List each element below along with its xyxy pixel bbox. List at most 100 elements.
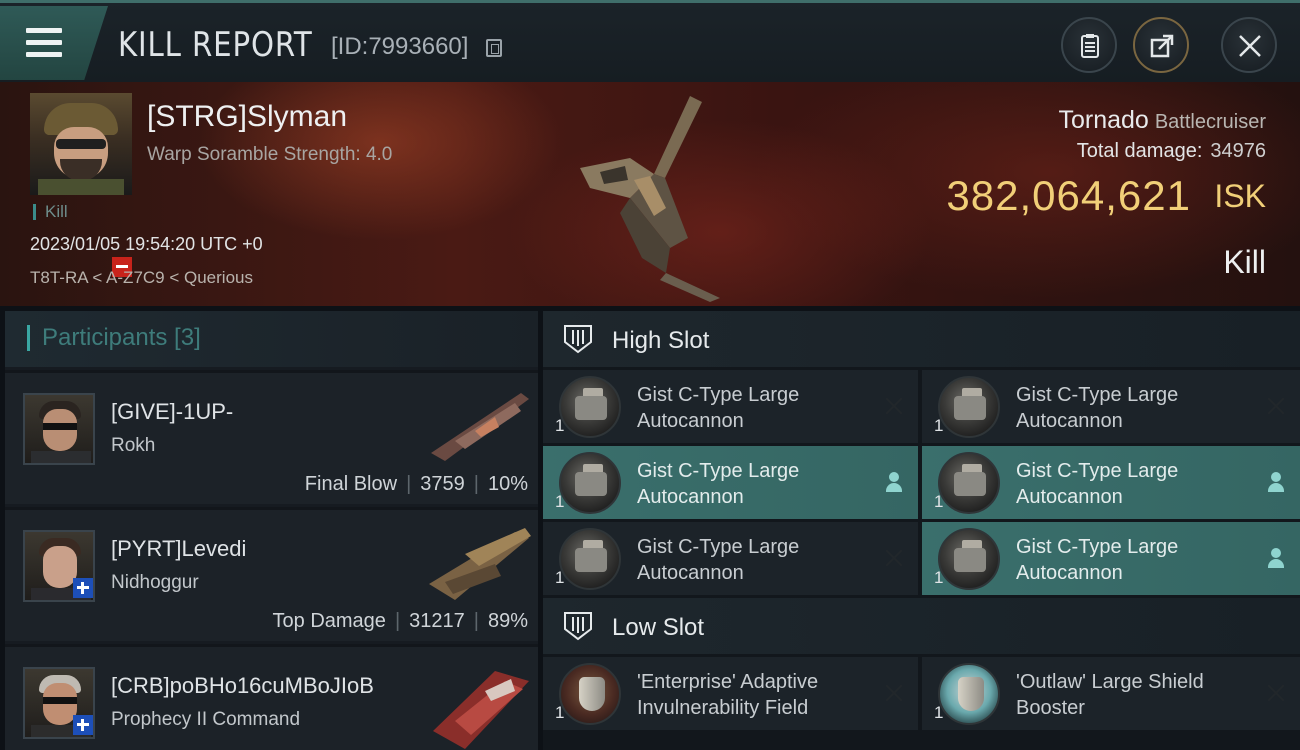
clipboard-button[interactable] <box>1061 17 1117 73</box>
participant-row[interactable]: [GIVE]-1UP- Rokh Final Blow | 3759 | 10% <box>5 370 538 504</box>
victim-ship-image <box>580 96 720 302</box>
destroyed-icon <box>884 548 904 568</box>
module-name-line1: Gist C-Type Large <box>1016 384 1179 406</box>
total-damage-value: 34976 <box>1210 140 1266 162</box>
module-item[interactable]: 1 Gist C-Type Large Autocannon <box>922 370 1300 443</box>
autocannon-icon <box>938 452 1000 514</box>
high-slot-title: High Slot <box>612 327 710 354</box>
fitting-panel: High Slot 1 Gist C-Type Large Autocannon … <box>543 311 1300 750</box>
module-name-line2: Autocannon <box>637 410 744 432</box>
module-item[interactable]: 1 Gist C-Type Large Autocannon <box>922 446 1300 519</box>
destroyed-icon <box>884 683 904 703</box>
participants-header[interactable]: Participants [3] <box>5 311 538 367</box>
low-slot-icon <box>564 612 592 641</box>
module-quantity: 1 <box>934 568 944 587</box>
module-name: Gist C-Type Large Autocannon <box>1016 534 1256 586</box>
person-icon <box>1266 548 1286 568</box>
hamburger-icon <box>26 28 62 57</box>
participant-name: [CRB]poBHo16cuMBoJIoB <box>111 673 374 698</box>
ship-class-text: Battlecruiser <box>1154 111 1266 133</box>
participant-row[interactable]: [PYRT]Levedi Nidhoggur Top Damage | 31217 |… <box>5 507 538 641</box>
low-slot-title: Low Slot <box>612 614 705 641</box>
victim-ship-name[interactable]: Tornado Battlecruiser <box>1058 106 1266 135</box>
participant-damage: 3759 <box>420 473 465 495</box>
destroyed-icon <box>884 396 904 416</box>
clipboard-icon <box>1081 34 1099 58</box>
high-slot-icon <box>564 325 592 354</box>
participant-name: [PYRT]Levedi <box>111 536 247 561</box>
menu-button[interactable] <box>0 6 108 80</box>
module-item[interactable]: 1 'Enterprise' Adaptive Invulnerability F… <box>543 657 918 730</box>
module-name-line2: Invulnerability Field <box>637 697 809 719</box>
victim-avatar[interactable] <box>30 93 132 195</box>
participant-percent: 10% <box>487 473 528 495</box>
person-icon <box>884 472 904 492</box>
module-item[interactable]: 1 Gist C-Type Large Autocannon <box>543 446 918 519</box>
module-name-line2: Booster <box>1016 697 1085 719</box>
module-item[interactable]: 1 Gist C-Type Large Autocannon <box>543 370 918 443</box>
victim-scramble-strength: Warp Soramble Strength: 4.0 <box>147 144 393 165</box>
participant-percent: 89% <box>487 610 528 632</box>
module-name: Gist C-Type Large Autocannon <box>1016 382 1256 434</box>
participant-damage: 31217 <box>409 610 465 632</box>
module-name-line1: 'Enterprise' Adaptive <box>637 671 819 693</box>
module-item[interactable]: 1 Gist C-Type Large Autocannon <box>543 522 918 595</box>
module-name: Gist C-Type Large Autocannon <box>1016 458 1256 510</box>
participant-row[interactable]: [CRB]poBHo16cuMBoJIoB Prophecy II Comman… <box>5 644 538 750</box>
close-button[interactable] <box>1221 17 1277 73</box>
high-slot-modules: 1 Gist C-Type Large Autocannon 1 Gist C-T… <box>543 367 1300 598</box>
destroyed-icon <box>1266 683 1286 703</box>
kill-timestamp: 2023/01/05 19:54:20 UTC +0 <box>30 234 263 254</box>
result-label: Kill <box>1223 244 1266 280</box>
participant-avatar[interactable] <box>23 393 95 465</box>
participant-stats: Top Damage | 31217 | 89% <box>272 610 528 632</box>
module-item[interactable]: 1 'Outlaw' Large Shield Booster <box>922 657 1300 730</box>
autocannon-icon <box>938 528 1000 590</box>
kill-tag: Kill <box>33 203 68 220</box>
low-slot-modules: 1 'Enterprise' Adaptive Invulnerability F… <box>543 654 1300 733</box>
participant-stats: Final Blow | 3759 | 10% <box>304 473 528 495</box>
module-name-line1: Gist C-Type Large <box>637 384 800 406</box>
module-name-line2: Autocannon <box>637 486 744 508</box>
module-quantity: 1 <box>934 492 944 511</box>
module-item[interactable]: 1 Gist C-Type Large Autocannon <box>922 522 1300 595</box>
destroyed-icon <box>1266 396 1286 416</box>
participant-ship-image <box>429 528 531 600</box>
share-button[interactable] <box>1133 17 1189 73</box>
participant-ship-image <box>433 671 529 749</box>
autocannon-icon <box>559 376 621 438</box>
participant-name: [GIVE]-1UP- <box>111 399 234 424</box>
copy-icon[interactable] <box>486 39 502 57</box>
total-damage: Total damage: 34976 <box>1077 140 1266 163</box>
kill-location[interactable]: T8T-RA < A-Z7C9 < Querious <box>30 268 253 288</box>
module-name-line1: Gist C-Type Large <box>637 460 800 482</box>
victim-banner: [STRG]Slyman Warp Soramble Strength: 4.0… <box>0 82 1300 306</box>
close-icon <box>1239 35 1261 57</box>
report-id: [ID:7993660] <box>331 33 469 60</box>
shield-booster-icon <box>938 663 1000 725</box>
participant-role: Final Blow <box>304 473 398 495</box>
module-name-line2: Autocannon <box>637 562 744 584</box>
participant-ship-image <box>431 393 529 461</box>
standing-positive-icon <box>73 578 93 598</box>
share-icon <box>1150 34 1174 58</box>
participants-panel: Participants [3] [GIVE]-1UP- Rokh Final … <box>5 311 538 750</box>
standing-positive-icon <box>73 715 93 735</box>
participant-ship: Rokh <box>111 435 156 456</box>
module-quantity: 1 <box>555 703 565 722</box>
module-name-line1: Gist C-Type Large <box>1016 536 1179 558</box>
isk-value: 382,064,621 <box>946 172 1191 219</box>
total-damage-label: Total damage: <box>1076 140 1203 162</box>
victim-name[interactable]: [STRG]Slyman <box>147 100 347 134</box>
module-name-line2: Autocannon <box>1016 486 1123 508</box>
module-name-line2: Autocannon <box>1016 562 1123 584</box>
module-name: Gist C-Type Large Autocannon <box>637 534 877 586</box>
autocannon-icon <box>559 452 621 514</box>
module-name: 'Outlaw' Large Shield Booster <box>1016 669 1256 721</box>
low-slot-header: Low Slot <box>543 598 1300 654</box>
autocannon-icon <box>559 528 621 590</box>
module-name: 'Enterprise' Adaptive Invulnerability Fie… <box>637 669 877 721</box>
module-quantity: 1 <box>934 416 944 435</box>
person-icon <box>1266 472 1286 492</box>
invulnerability-field-icon <box>559 663 621 725</box>
